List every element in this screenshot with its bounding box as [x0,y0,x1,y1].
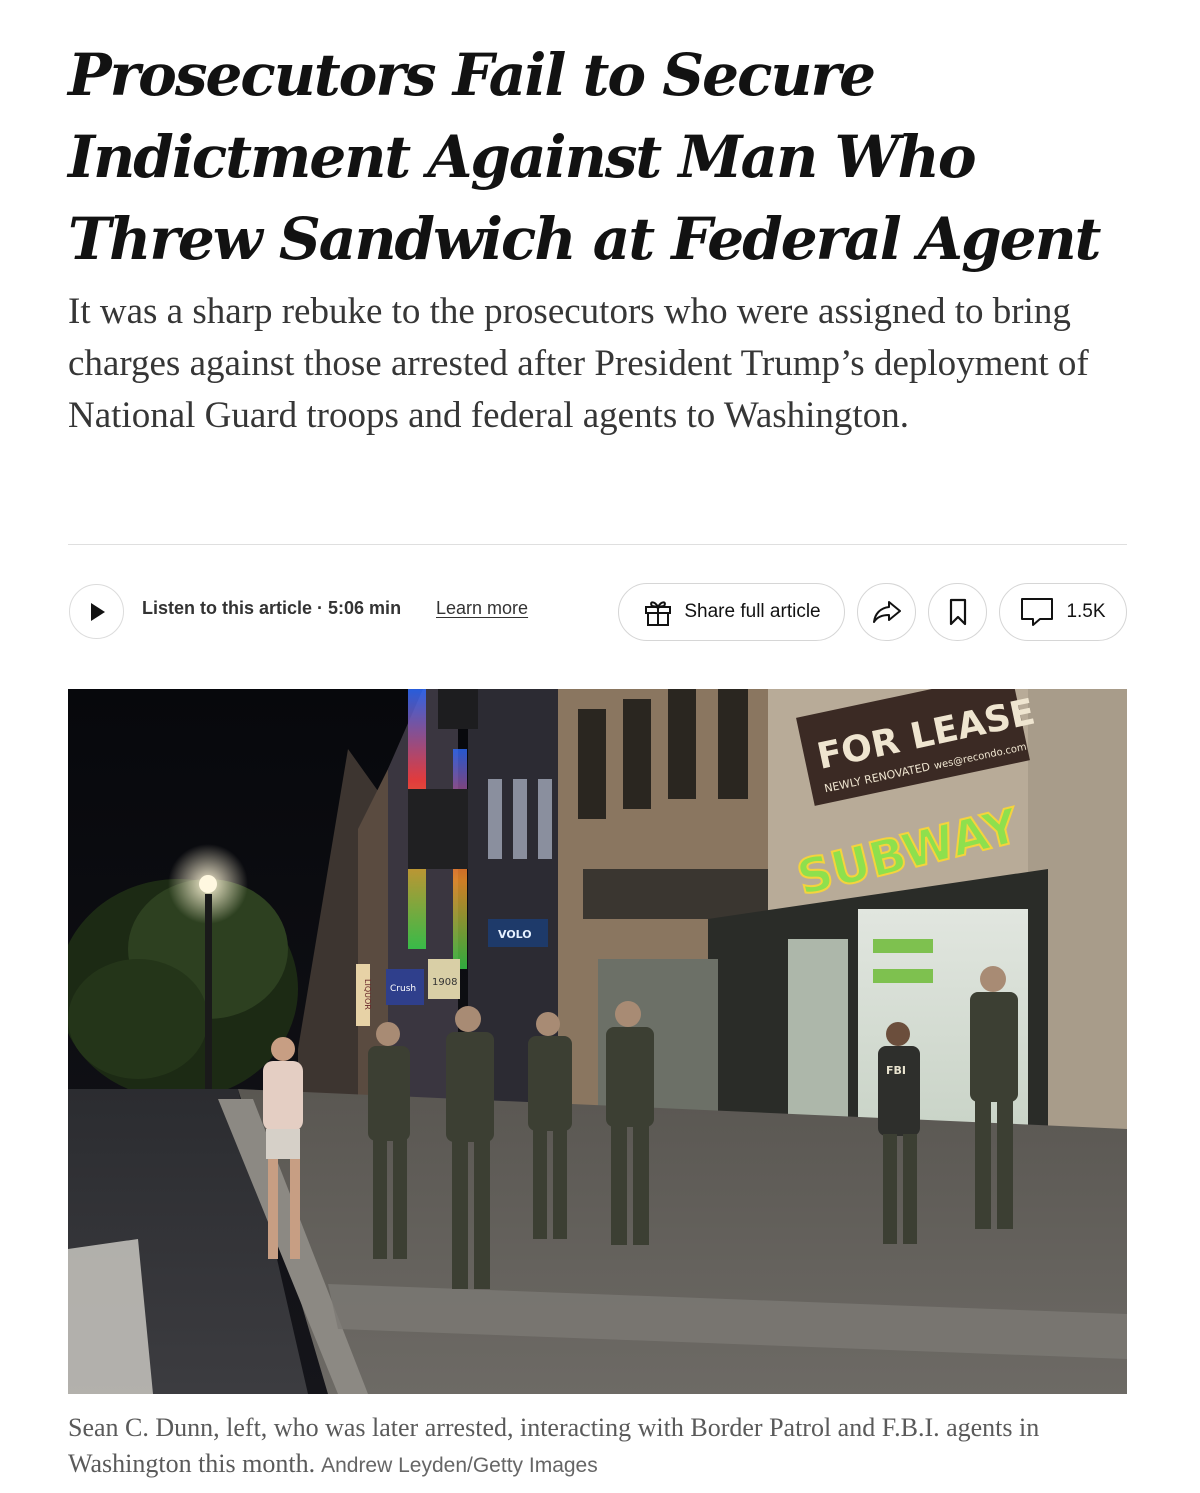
street-scene-image: FOR LEASE NEWLY RENOVATED wes@recondo.co… [68,689,1127,1394]
comment-count: 1.5K [1066,601,1106,622]
save-article-button[interactable] [928,583,987,641]
learn-more-link[interactable]: Learn more [436,598,528,619]
fbi-vest-label: FBI [886,1064,906,1077]
photo-caption: Sean C. Dunn, left, who was later arrest… [68,1410,1128,1484]
play-audio-button[interactable] [69,584,124,639]
address-sign: 1908 [432,977,457,988]
play-icon [90,602,105,621]
share-full-article-button[interactable]: Share full article [618,583,845,641]
photo-credit: Andrew Leyden/Getty Images [321,1454,598,1477]
volo-sign: VOLO [498,928,532,941]
share-arrow-icon [872,601,901,623]
article-headline: Prosecutors Fail to Secure Indictment Ag… [68,41,1101,273]
article-summary: It was a sharp rebuke to the prosecutors… [68,291,1089,436]
crush-sign: Crush [390,984,416,994]
article-toolbar: Listen to this article · 5:06 min Learn … [0,582,1200,644]
article-photo: FOR LEASE NEWLY RENOVATED wes@recondo.co… [68,689,1127,1394]
divider [68,544,1127,545]
liquor-sign: LIQUOR [363,979,372,1010]
gift-icon [645,601,672,626]
share-button[interactable] [857,583,916,641]
listen-label: Listen to this article · 5:06 min [142,598,402,618]
share-full-article-label: Share full article [684,601,821,622]
comments-button[interactable]: 1.5K [999,583,1127,641]
bookmark-icon [949,598,966,626]
comment-icon [1021,598,1054,626]
